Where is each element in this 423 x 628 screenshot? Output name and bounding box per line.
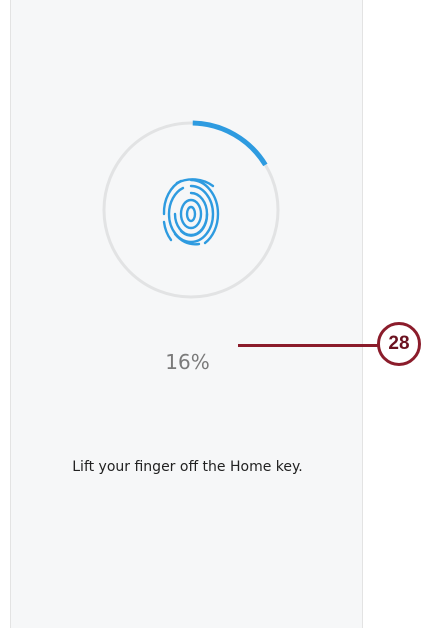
instruction-text: Lift your finger off the Home key. <box>72 459 303 475</box>
progress-fill <box>192 120 268 167</box>
progress-percent: 16% <box>165 350 210 374</box>
callout-badge: 28 <box>377 322 421 366</box>
fingerprint-icon <box>162 178 220 246</box>
phone-screen: 16% Lift your finger off the Home key. <box>10 0 363 628</box>
fingerprint-progress-ring <box>102 120 280 299</box>
